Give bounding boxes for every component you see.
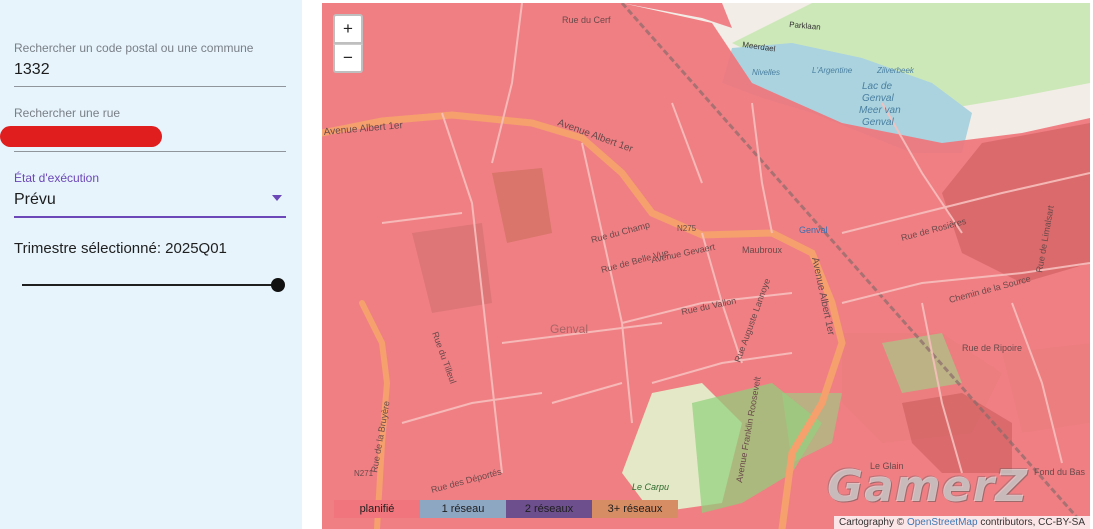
postal-search-field[interactable]: Rechercher un code postal ou une commune… [14,41,286,87]
map-label: Genval [862,117,894,128]
quarter-slider-track[interactable] [22,284,278,286]
status-select-label: État d'exécution [14,171,100,185]
street-search-underline [14,151,286,152]
watermark: GamerZ [827,461,1029,512]
map-label: Rue du Cerf [562,15,611,25]
zoom-in-button[interactable]: + [333,14,363,44]
attribution-prefix: Cartography © [838,517,905,528]
map-legend: planifié 1 réseau 2 réseaux 3+ réseaux [334,500,678,518]
map-label: Maubroux [742,245,783,255]
map-tiles: Avenue Albert 1er Avenue Albert 1er Aven… [322,3,1090,529]
legend-item-planned: planifié [334,500,420,518]
map-label: Lac de [862,81,892,92]
dropdown-arrow-icon[interactable] [272,195,282,201]
map-label: N275 [677,224,697,233]
postal-search-underline [14,86,286,87]
status-select[interactable]: État d'exécution Prévu [14,171,286,218]
filter-sidebar: Rechercher un code postal ou une commune… [0,0,302,529]
map-view[interactable]: Avenue Albert 1er Avenue Albert 1er Aven… [322,3,1090,529]
street-search-label: Rechercher une rue [14,106,121,120]
postal-search-label: Rechercher un code postal ou une commune [14,41,254,55]
postal-search-input[interactable]: 1332 [14,61,286,81]
map-label: Genval [550,322,588,336]
map-label: Genval [862,93,894,104]
map-label: Rue de Ripoire [962,343,1022,353]
zoom-out-button[interactable]: − [333,44,363,73]
map-label: Genval [799,225,828,235]
quarter-slider-thumb[interactable] [271,278,285,292]
legend-item-2-networks: 2 réseaux [506,500,592,518]
attribution-suffix: contributors, CC-BY-SA [980,517,1085,528]
map-label: Nivelles [752,68,780,77]
quarter-label: Trimestre sélectionné: 2025Q01 [14,240,227,257]
map-label: Meer van [859,105,901,116]
status-select-value[interactable]: Prévu [14,191,286,211]
redaction-mark [0,126,162,147]
status-select-underline [14,216,286,218]
map-label: Fond du Bas [1034,467,1086,477]
map-label: Zilverbeek [876,66,915,75]
legend-item-3plus-networks: 3+ réseaux [592,500,678,518]
map-label: L'Argentine [812,66,853,75]
legend-item-1-network: 1 réseau [420,500,506,518]
osm-link[interactable]: OpenStreetMap [907,517,978,528]
map-label: Le Carpu [632,482,669,492]
map-attribution: Cartography © OpenStreetMap contributors… [833,516,1090,529]
